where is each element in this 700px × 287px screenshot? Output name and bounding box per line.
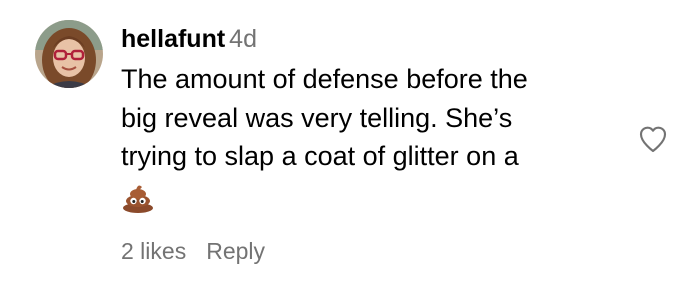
comment-text-line: The amount of defense before the bbox=[121, 64, 528, 94]
comment: hellafunt 4d The amount of defense before… bbox=[0, 0, 700, 287]
likes-count[interactable]: 2 likes bbox=[121, 238, 186, 264]
comment-header: hellafunt 4d bbox=[121, 22, 257, 56]
username[interactable]: hellafunt bbox=[121, 25, 225, 53]
comment-text-line: trying to slap a coat of glitter on a bbox=[121, 141, 519, 171]
heart-outline-icon[interactable] bbox=[636, 123, 670, 155]
comment-text: The amount of defense before the big rev… bbox=[121, 60, 621, 176]
comment-footer: 2 likes Reply bbox=[121, 234, 265, 268]
comment-text-line: big reveal was very telling. She’s bbox=[121, 102, 513, 133]
timestamp: 4d bbox=[229, 25, 257, 53]
avatar[interactable] bbox=[35, 20, 103, 88]
pile-of-poo-emoji bbox=[121, 183, 155, 213]
reply-button[interactable]: Reply bbox=[206, 238, 265, 264]
avatar-image bbox=[35, 20, 103, 88]
